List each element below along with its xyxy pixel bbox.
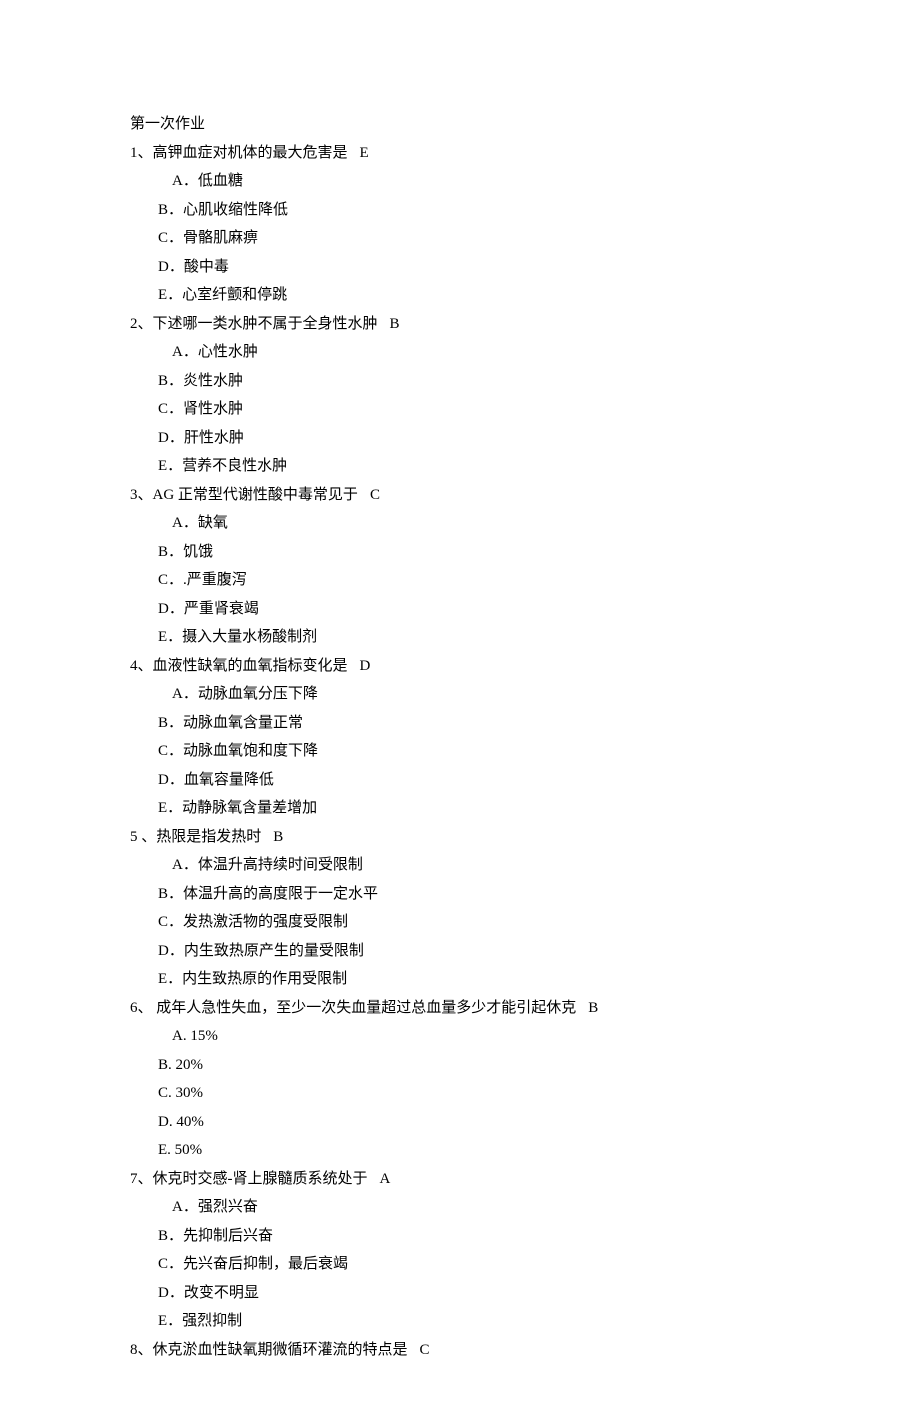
question-number: 8、 — [130, 1342, 153, 1358]
question-answer: B — [273, 829, 283, 845]
question-answer: A — [380, 1171, 391, 1187]
question-option: B．先抑制后兴奋 — [130, 1222, 790, 1251]
question: 8、休克淤血性缺氧期微循环灌流的特点是 C — [130, 1336, 790, 1365]
question-option: A. 15% — [130, 1022, 790, 1051]
question-text: 下述哪一类水肿不属于全身性水肿 — [153, 316, 378, 332]
question-text: 热限是指发热时 — [156, 829, 261, 845]
question: 1、高钾血症对机体的最大危害是 E A．低血糖B．心肌收缩性降低C．骨骼肌麻痹D．酸… — [130, 139, 790, 310]
document-title: 第一次作业 — [130, 110, 790, 139]
question-option: B．饥饿 — [130, 538, 790, 567]
question-stem: 5 、热限是指发热时 B — [130, 823, 790, 852]
question-option: B．心肌收缩性降低 — [130, 196, 790, 225]
question-option: E．摄入大量水杨酸制剂 — [130, 623, 790, 652]
question-option: E．营养不良性水肿 — [130, 452, 790, 481]
question-stem: 2、下述哪一类水肿不属于全身性水肿 B — [130, 310, 790, 339]
question-option: D. 40% — [130, 1108, 790, 1137]
question-option: A．强烈兴奋 — [130, 1193, 790, 1222]
question-answer: B — [588, 1000, 598, 1016]
question: 3、AG 正常型代谢性酸中毒常见于 C A．缺氧B．饥饿C．.严重腹泻D．严重肾衰竭… — [130, 481, 790, 652]
question-option: B．体温升高的高度限于一定水平 — [130, 880, 790, 909]
question-option: A．低血糖 — [130, 167, 790, 196]
question-number: 7、 — [130, 1171, 153, 1187]
question-stem: 7、休克时交感-肾上腺髓质系统处于 A — [130, 1165, 790, 1194]
question-answer: E — [360, 145, 369, 161]
question-stem: 8、休克淤血性缺氧期微循环灌流的特点是 C — [130, 1336, 790, 1365]
question-option: B．炎性水肿 — [130, 367, 790, 396]
question-stem: 6、 成年人急性失血，至少一次失血量超过总血量多少才能引起休克 B — [130, 994, 790, 1023]
question-option: E．强烈抑制 — [130, 1307, 790, 1336]
question-number: 6、 — [130, 1000, 153, 1016]
question: 4、血液性缺氧的血氧指标变化是 D A．动脉血氧分压下降B．动脉血氧含量正常C．动脉… — [130, 652, 790, 823]
question-number: 3、 — [130, 487, 153, 503]
question-answer: D — [360, 658, 371, 674]
questions-container: 1、高钾血症对机体的最大危害是 E A．低血糖B．心肌收缩性降低C．骨骼肌麻痹D．酸… — [130, 139, 790, 1365]
question-option: D．肝性水肿 — [130, 424, 790, 453]
question-option: E. 50% — [130, 1136, 790, 1165]
question-option: C．动脉血氧饱和度下降 — [130, 737, 790, 766]
question-text: 休克时交感-肾上腺髓质系统处于 — [153, 1171, 368, 1187]
question-text: 休克淤血性缺氧期微循环灌流的特点是 — [153, 1342, 408, 1358]
question-answer: C — [370, 487, 380, 503]
question-number: 4、 — [130, 658, 153, 674]
question: 2、下述哪一类水肿不属于全身性水肿 B A．心性水肿B．炎性水肿C．肾性水肿D．肝性… — [130, 310, 790, 481]
question-number: 1、 — [130, 145, 153, 161]
question-option: C．先兴奋后抑制，最后衰竭 — [130, 1250, 790, 1279]
question-option: A．体温升高持续时间受限制 — [130, 851, 790, 880]
question-option: A．心性水肿 — [130, 338, 790, 367]
question-option: C．骨骼肌麻痹 — [130, 224, 790, 253]
question: 5 、热限是指发热时 B A．体温升高持续时间受限制B．体温升高的高度限于一定水平C… — [130, 823, 790, 994]
question-option: E．心室纤颤和停跳 — [130, 281, 790, 310]
question: 7、休克时交感-肾上腺髓质系统处于 A A．强烈兴奋B．先抑制后兴奋C．先兴奋后抑制… — [130, 1165, 790, 1336]
question-option: C．肾性水肿 — [130, 395, 790, 424]
question-option: E．内生致热原的作用受限制 — [130, 965, 790, 994]
question-stem: 3、AG 正常型代谢性酸中毒常见于 C — [130, 481, 790, 510]
question-option: D．严重肾衰竭 — [130, 595, 790, 624]
question-option: D．酸中毒 — [130, 253, 790, 282]
question-answer: C — [420, 1342, 430, 1358]
question-text: AG 正常型代谢性酸中毒常见于 — [153, 487, 358, 503]
question-option: B．动脉血氧含量正常 — [130, 709, 790, 738]
question-stem: 1、高钾血症对机体的最大危害是 E — [130, 139, 790, 168]
question-option: A．缺氧 — [130, 509, 790, 538]
question-stem: 4、血液性缺氧的血氧指标变化是 D — [130, 652, 790, 681]
question-text: 血液性缺氧的血氧指标变化是 — [153, 658, 348, 674]
question-answer: B — [390, 316, 400, 332]
question-option: A．动脉血氧分压下降 — [130, 680, 790, 709]
question-option: B. 20% — [130, 1051, 790, 1080]
question-option: D．内生致热原产生的量受限制 — [130, 937, 790, 966]
question-option: C. 30% — [130, 1079, 790, 1108]
question-option: C．发热激活物的强度受限制 — [130, 908, 790, 937]
question-option: D．改变不明显 — [130, 1279, 790, 1308]
question-number: 2、 — [130, 316, 153, 332]
question-text: 高钾血症对机体的最大危害是 — [153, 145, 348, 161]
document-page: 第一次作业 1、高钾血症对机体的最大危害是 E A．低血糖B．心肌收缩性降低C．骨骼… — [0, 0, 920, 1424]
question-option: E．动静脉氧含量差增加 — [130, 794, 790, 823]
question-option: C．.严重腹泻 — [130, 566, 790, 595]
question-option: D．血氧容量降低 — [130, 766, 790, 795]
question: 6、 成年人急性失血，至少一次失血量超过总血量多少才能引起休克 B A. 15%B.… — [130, 994, 790, 1165]
question-text: 成年人急性失血，至少一次失血量超过总血量多少才能引起休克 — [153, 1000, 577, 1016]
question-number: 5 、 — [130, 829, 156, 845]
